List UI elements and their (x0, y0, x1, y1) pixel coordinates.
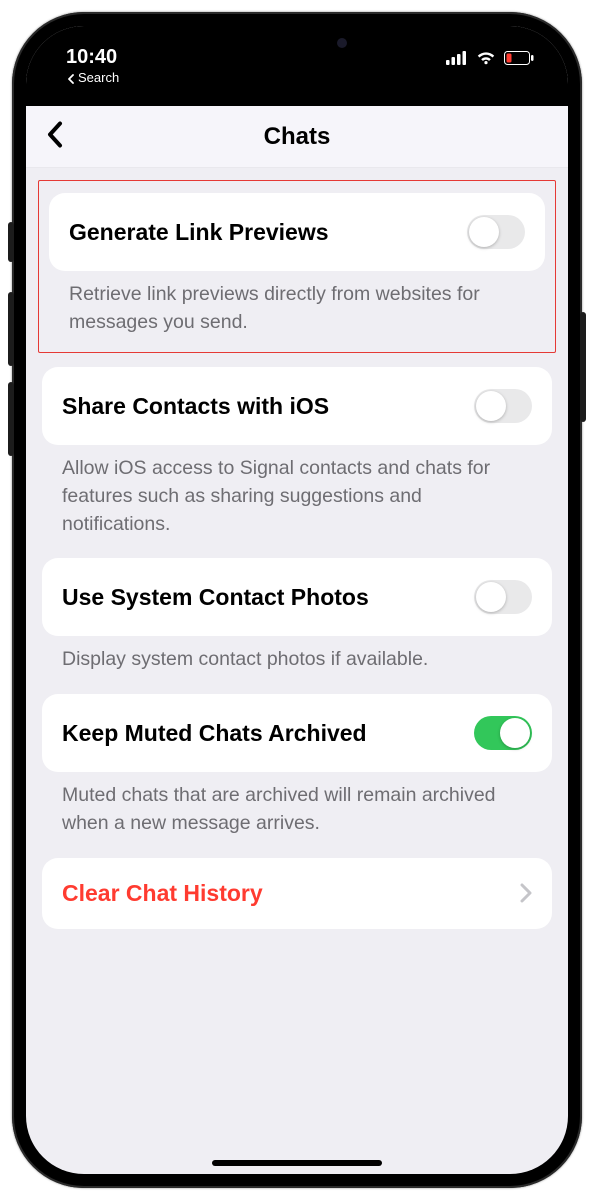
setting-row-link-previews[interactable]: Generate Link Previews (49, 193, 545, 271)
setting-footer: Muted chats that are archived will remai… (42, 772, 552, 843)
toggle-share-contacts[interactable] (474, 389, 532, 423)
setting-title: Use System Contact Photos (62, 583, 369, 612)
highlight-box: Generate Link Previews Retrieve link pre… (38, 180, 556, 353)
setting-footer: Retrieve link previews directly from web… (49, 271, 545, 342)
setting-title: Generate Link Previews (69, 218, 329, 247)
mute-switch (8, 222, 14, 262)
back-caret-icon (66, 74, 76, 84)
back-to-app-label: Search (78, 71, 119, 86)
cellular-icon (446, 51, 468, 65)
back-button[interactable] (38, 112, 72, 161)
status-time: 10:40 (66, 46, 119, 69)
setting-row-muted-archived[interactable]: Keep Muted Chats Archived (42, 694, 552, 772)
volume-down-button (8, 382, 14, 456)
notch (177, 26, 417, 60)
setting-row-system-photos[interactable]: Use System Contact Photos (42, 558, 552, 636)
nav-header: Chats (26, 106, 568, 168)
screen: 10:40 Search (26, 26, 568, 1174)
setting-title: Share Contacts with iOS (62, 392, 329, 421)
toggle-muted-archived[interactable] (474, 716, 532, 750)
chevron-left-icon (46, 120, 64, 148)
setting-footer: Display system contact photos if availab… (42, 636, 552, 680)
setting-footer: Allow iOS access to Signal contacts and … (42, 445, 552, 544)
toggle-link-previews[interactable] (467, 215, 525, 249)
back-to-app[interactable]: Search (66, 71, 119, 86)
setting-group: Use System Contact Photos Display system… (42, 558, 552, 680)
wifi-icon (476, 51, 496, 65)
chevron-right-icon (520, 883, 532, 903)
setting-group: Keep Muted Chats Archived Muted chats th… (42, 694, 552, 843)
setting-group: Share Contacts with iOS Allow iOS access… (42, 367, 552, 544)
action-label: Clear Chat History (62, 880, 263, 907)
setting-row-share-contacts[interactable]: Share Contacts with iOS (42, 367, 552, 445)
battery-icon (504, 51, 534, 65)
setting-title: Keep Muted Chats Archived (62, 719, 367, 748)
status-bar: 10:40 Search (26, 26, 568, 106)
home-indicator[interactable] (212, 1160, 382, 1166)
settings-content: Generate Link Previews Retrieve link pre… (26, 168, 568, 1174)
status-right (446, 51, 534, 65)
toggle-system-photos[interactable] (474, 580, 532, 614)
toggle-knob (476, 582, 506, 612)
volume-up-button (8, 292, 14, 366)
toggle-knob (500, 718, 530, 748)
toggle-knob (469, 217, 499, 247)
page-title: Chats (264, 123, 331, 151)
side-button (580, 312, 586, 422)
phone-frame: 10:40 Search (12, 12, 582, 1188)
status-left: 10:40 Search (66, 46, 119, 86)
toggle-knob (476, 391, 506, 421)
clear-chat-history-button[interactable]: Clear Chat History (42, 858, 552, 929)
